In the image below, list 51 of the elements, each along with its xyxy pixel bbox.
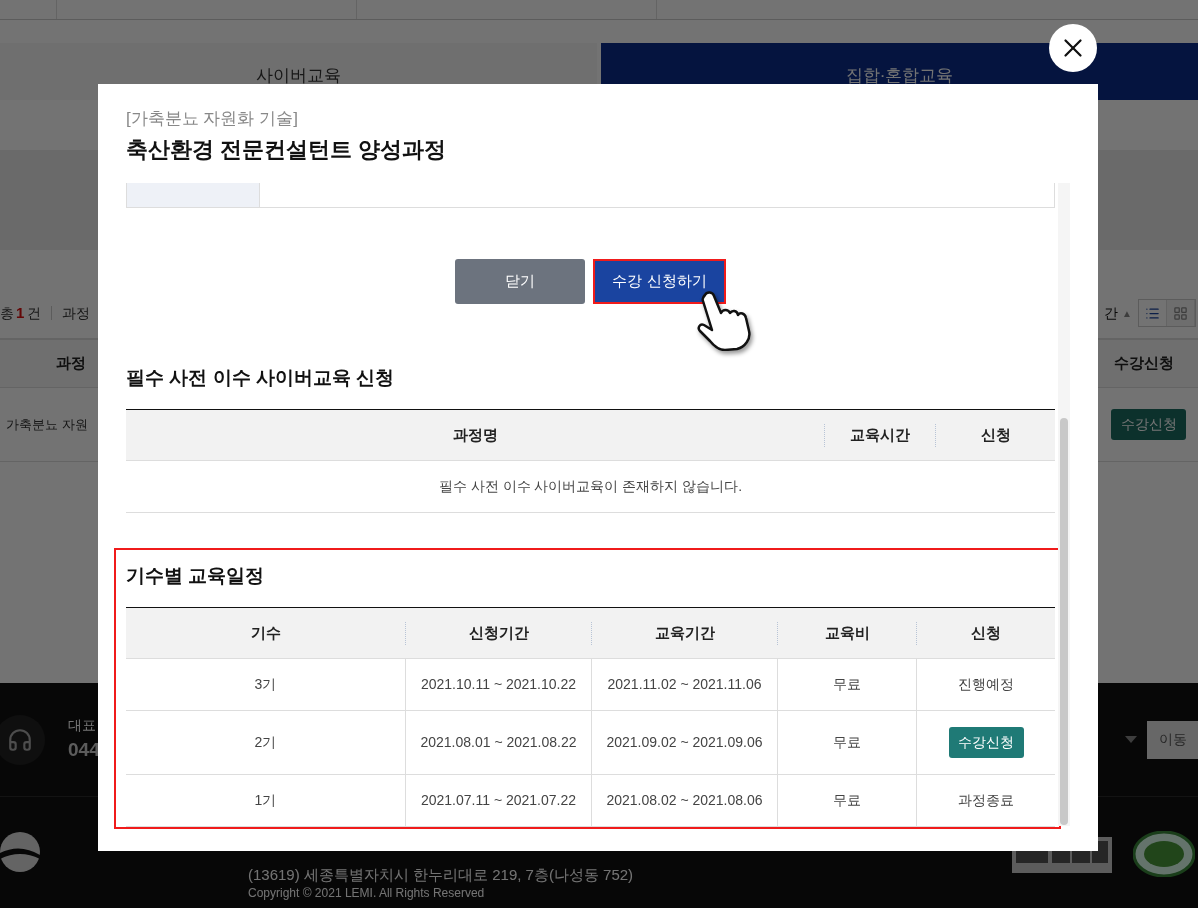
copyright-text: Copyright © 2021 LEMI. All Rights Reserved (248, 885, 486, 901)
table-cell: 2021.11.02 ~ 2021.11.06 (591, 659, 777, 710)
apply-button[interactable]: 수강신청 (1111, 409, 1186, 440)
column-header: 교육비 (777, 622, 916, 645)
status-text: 과정종료 (958, 791, 1014, 810)
column-header: 신청 (935, 424, 1055, 447)
table-cell: 2021.09.02 ~ 2021.09.06 (591, 711, 777, 774)
table-cell: 무료 (777, 711, 916, 774)
table-cell: 2021.07.11 ~ 2021.07.22 (405, 775, 591, 826)
table-cell-text: 2기 (253, 733, 278, 752)
total-count: 1 (16, 302, 25, 323)
accessibility-mark-icon (1133, 831, 1195, 877)
column-header: 교육시간 (824, 424, 935, 447)
table-cell: 무료 (777, 659, 916, 710)
column-header: 신청 (916, 622, 1055, 645)
move-button[interactable]: 이동 (1147, 720, 1198, 759)
empty-message: 필수 사전 이수 사이버교육이 존재하지 않습니다. (438, 477, 743, 496)
column-header: 신청기간 (405, 622, 591, 645)
table-cell: 2021.08.02 ~ 2021.08.06 (591, 775, 777, 826)
column-header: 과정 (56, 353, 86, 374)
table-cell: 2021.08.01 ~ 2021.08.22 (405, 711, 591, 774)
grid-view-icon[interactable] (1167, 300, 1195, 326)
total-label: 건 (27, 303, 42, 323)
apply-button[interactable]: 수강신청 (948, 727, 1024, 758)
column-header: 수강신청 (1114, 353, 1174, 374)
pointing-hand-icon (695, 289, 753, 351)
dialog-title: 축산환경 전문컨설턴트 양성과정 (126, 136, 448, 164)
table-cell: 무료 (777, 775, 916, 826)
phone-label: 대표 (68, 715, 97, 735)
column-header: 교육기간 (591, 622, 777, 645)
category-label: [가축분뇨 자원화 기술] (126, 108, 299, 130)
apply-button[interactable]: 수강 신청하기 (593, 259, 726, 304)
table-cell-text: 가축분뇨 자원 (6, 415, 88, 434)
headset-icon (0, 714, 45, 765)
column-header: 기수 (249, 623, 282, 643)
column-header: 과정명 (451, 425, 499, 445)
address-text: (13619) 세종특별자치시 한누리대로 219, 7층(나성동 752) (248, 865, 634, 885)
table-cell: 2021.10.11 ~ 2021.10.22 (405, 659, 591, 710)
status-text: 진행예정 (958, 675, 1014, 694)
section-heading: 필수 사전 이수 사이버교육 신청 (126, 366, 396, 390)
close-button[interactable]: 닫기 (455, 259, 585, 304)
table-cell-text: 1기 (253, 791, 278, 810)
sort-label[interactable]: 간 (1104, 302, 1119, 324)
caret-icon[interactable] (1125, 736, 1137, 743)
scrollbar[interactable] (1058, 183, 1070, 826)
phone-number: 044 (68, 737, 100, 762)
total-label: 총 (0, 303, 14, 323)
table-cell-text: 3기 (253, 675, 278, 694)
filter-label[interactable]: 과정 (62, 302, 91, 324)
section-heading: 기수별 교육일정 (126, 564, 266, 588)
sort-arrow[interactable]: ▲ (1122, 305, 1132, 321)
